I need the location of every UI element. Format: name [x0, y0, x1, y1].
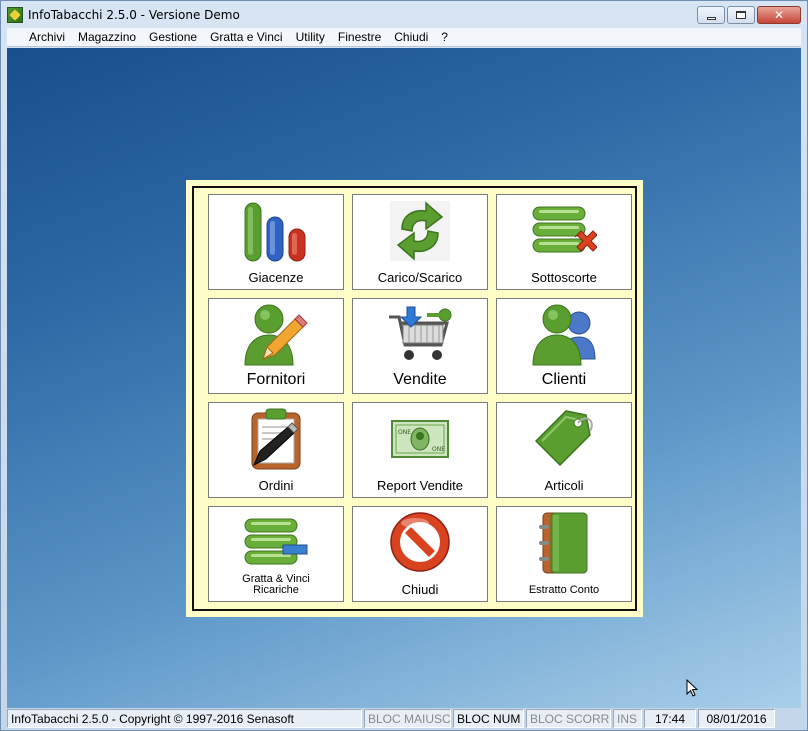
title-bar[interactable]: InfoTabacchi 2.5.0 - Versione Demo ✕ — [1, 1, 807, 29]
status-bar: InfoTabacchi 2.5.0 - Copyright © 1997-20… — [7, 709, 801, 728]
recycle-arrows-icon — [390, 201, 450, 261]
status-caps-lock: BLOC MAIUSC — [364, 709, 451, 728]
minimize-button[interactable] — [697, 6, 725, 24]
tile-sottoscorte[interactable]: Sottoscorte — [496, 194, 632, 290]
tile-label: Gratta & Vinci Ricariche — [242, 572, 310, 597]
tile-report-vendite[interactable]: ONE ONE Report Vendite — [352, 402, 488, 498]
tile-ordini[interactable]: Ordini — [208, 402, 344, 498]
mouse-cursor-icon — [686, 679, 698, 697]
main-window: InfoTabacchi 2.5.0 - Versione Demo ✕ Arc… — [0, 0, 808, 731]
user-edit-icon — [244, 304, 308, 366]
tile-clienti[interactable]: Clienti — [496, 298, 632, 394]
users-icon — [532, 304, 596, 366]
close-button[interactable]: ✕ — [757, 6, 801, 24]
minimize-icon — [706, 16, 716, 20]
tile-label: Chiudi — [401, 582, 439, 598]
tile-label: Report Vendite — [376, 478, 463, 494]
window-title: InfoTabacchi 2.5.0 - Versione Demo — [28, 8, 240, 22]
menu-archivi[interactable]: Archivi — [29, 30, 65, 44]
database-delete-icon — [532, 206, 597, 253]
window-controls: ✕ — [697, 6, 801, 24]
address-book-icon — [539, 512, 588, 574]
menu-finestre[interactable]: Finestre — [338, 30, 381, 44]
clipboard-pen-icon — [251, 408, 301, 470]
no-entry-icon — [390, 512, 450, 572]
maximize-icon — [736, 11, 746, 19]
menu-gratta-e-vinci[interactable]: Gratta e Vinci — [210, 30, 282, 44]
status-scroll-lock: BLOC SCORR — [526, 709, 611, 728]
tile-chiudi[interactable]: Chiudi — [352, 506, 488, 602]
tile-fornitori[interactable]: Fornitori — [208, 298, 344, 394]
menu-chiudi[interactable]: Chiudi — [394, 30, 428, 44]
tile-vendite[interactable]: Vendite — [352, 298, 488, 394]
tile-label: Ordini — [258, 478, 294, 494]
status-time: 17:44 — [644, 709, 696, 728]
status-insert: INS — [613, 709, 642, 728]
tile-carico-scarico[interactable]: Carico/Scarico — [352, 194, 488, 290]
bar-chart-icon — [244, 202, 306, 262]
tile-articoli[interactable]: Articoli — [496, 402, 632, 498]
maximize-button[interactable] — [727, 6, 755, 24]
banknote-icon: ONE ONE — [391, 420, 449, 458]
tile-label: Sottoscorte — [531, 270, 597, 286]
tile-label: Giacenze — [248, 270, 304, 286]
tile-grid: Giacenze Carico/Scarico Sottoscorte Forn… — [192, 186, 637, 611]
status-date: 08/01/2016 — [698, 709, 775, 728]
tile-label: Fornitori — [246, 371, 306, 389]
app-icon[interactable] — [7, 7, 23, 23]
tile-label: Estratto Conto — [528, 584, 600, 597]
database-card-icon — [244, 518, 308, 565]
tile-panel: Giacenze Carico/Scarico Sottoscorte Forn… — [186, 180, 643, 617]
tile-label: Carico/Scarico — [377, 270, 463, 286]
menu-help[interactable]: ? — [441, 30, 448, 44]
menu-bar: Archivi Magazzino Gestione Gratta e Vinc… — [7, 28, 801, 47]
menu-utility[interactable]: Utility — [296, 30, 325, 44]
tile-label: Articoli — [544, 478, 584, 494]
desktop-area: Giacenze Carico/Scarico Sottoscorte Forn… — [7, 48, 801, 708]
svg-text:ONE: ONE — [432, 446, 445, 453]
tile-label: Vendite — [393, 371, 447, 389]
tile-estratto-conto[interactable]: Estratto Conto — [496, 506, 632, 602]
status-app-info: InfoTabacchi 2.5.0 - Copyright © 1997-20… — [7, 709, 362, 728]
resize-grip[interactable] — [777, 709, 791, 728]
tile-gratta-vinci-ricariche[interactable]: Gratta & Vinci Ricariche — [208, 506, 344, 602]
svg-text:ONE: ONE — [398, 429, 411, 436]
tile-giacenze[interactable]: Giacenze — [208, 194, 344, 290]
status-num-lock: BLOC NUM — [453, 709, 524, 728]
shopping-cart-icon — [389, 306, 452, 360]
menu-magazzino[interactable]: Magazzino — [78, 30, 136, 44]
close-icon: ✕ — [773, 8, 785, 22]
tile-label: Clienti — [541, 371, 587, 389]
menu-gestione[interactable]: Gestione — [149, 30, 197, 44]
price-tag-icon — [534, 410, 593, 467]
